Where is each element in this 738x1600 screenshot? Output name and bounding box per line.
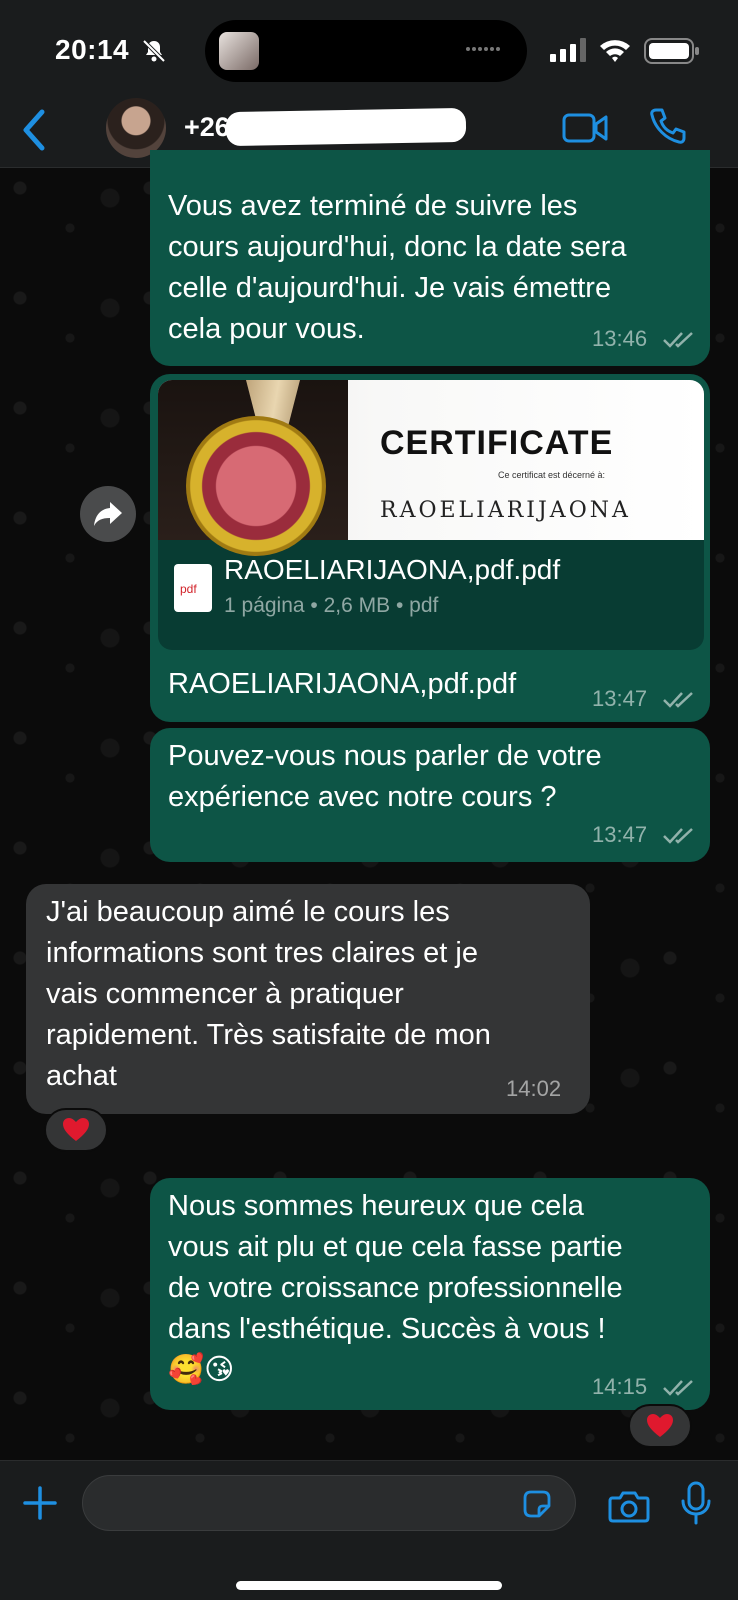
forward-arrow-icon [94,502,122,526]
contact-avatar[interactable] [106,98,166,158]
sticker-icon[interactable] [521,1488,553,1520]
certificate-medal-image [186,416,326,556]
message-bubble-outgoing[interactable]: Nous sommes heureux que cela vous ait pl… [150,1178,710,1410]
cellular-signal-icon [550,38,586,62]
silent-mode-icon [142,39,166,63]
microphone-icon[interactable] [680,1481,712,1525]
message-bubble-incoming[interactable]: J'ai beaucoup aimé le cours les informat… [26,884,590,1114]
message-text: Vous avez terminé de suivre les cours au… [168,190,627,345]
home-indicator[interactable] [236,1581,502,1590]
attach-plus-icon[interactable] [22,1485,58,1521]
message-time: 13:47 [592,822,648,847]
now-playing-thumbnail [219,32,259,70]
read-ticks-icon [663,1380,693,1396]
message-reaction[interactable] [44,1108,108,1152]
read-ticks-icon [663,828,693,844]
message-bubble-outgoing[interactable]: Pouvez-vous nous parler de votre expérie… [150,728,710,862]
read-ticks-icon [663,332,693,348]
dynamic-island[interactable] [205,20,527,82]
read-ticks-icon [663,692,693,708]
chat-header: 20:14 +262 [0,0,738,168]
message-time: 13:47 [592,686,648,711]
heart-icon [647,1414,673,1437]
certificate-recipient: RAOELIARIJAONA [380,498,631,523]
certificate-title: CERTIFICATE [380,424,614,462]
message-bubble-outgoing[interactable]: Vous avez terminé de suivre les cours au… [150,150,710,366]
bubble-top-fill [150,168,710,182]
compose-bar [0,1460,738,1600]
pdf-badge: pdf [180,582,197,596]
camera-icon[interactable] [608,1489,650,1523]
message-input[interactable] [82,1475,576,1531]
file-name: RAOELIARIJAONA,pdf.pdf [224,554,561,585]
message-text: Nous sommes heureux que cela vous ait pl… [168,1190,623,1386]
forward-button[interactable] [80,486,136,542]
message-time: 14:15 [592,1374,648,1399]
certificate-subtitle: Ce certificat est décerné à: [498,470,606,480]
message-reaction[interactable] [628,1404,692,1448]
waveform-icon [466,47,500,51]
message-text: J'ai beaucoup aimé le cours les informat… [46,896,491,1092]
phone-call-icon[interactable] [648,106,688,146]
video-call-icon[interactable] [562,112,608,144]
pdf-file-icon: pdf [174,564,212,612]
message-time: 14:02 [506,1076,562,1101]
redaction-scribble [225,107,467,147]
status-time: 20:14 [55,34,130,65]
back-chevron-icon[interactable] [20,108,48,152]
battery-icon [644,38,699,64]
certificate-preview[interactable]: CERTIFICATE Ce certificat est décerné à:… [158,380,704,556]
wifi-icon [600,40,630,62]
heart-icon [63,1118,89,1141]
file-meta: 1 página • 2,6 MB • pdf [224,594,439,617]
message-time: 13:46 [592,326,648,351]
message-text: Pouvez-vous nous parler de votre expérie… [168,740,602,813]
file-caption: RAOELIARIJAONA,pdf.pdf [168,668,517,700]
pdf-attachment-card[interactable]: CERTIFICATE Ce certificat est décerné à:… [158,380,704,650]
